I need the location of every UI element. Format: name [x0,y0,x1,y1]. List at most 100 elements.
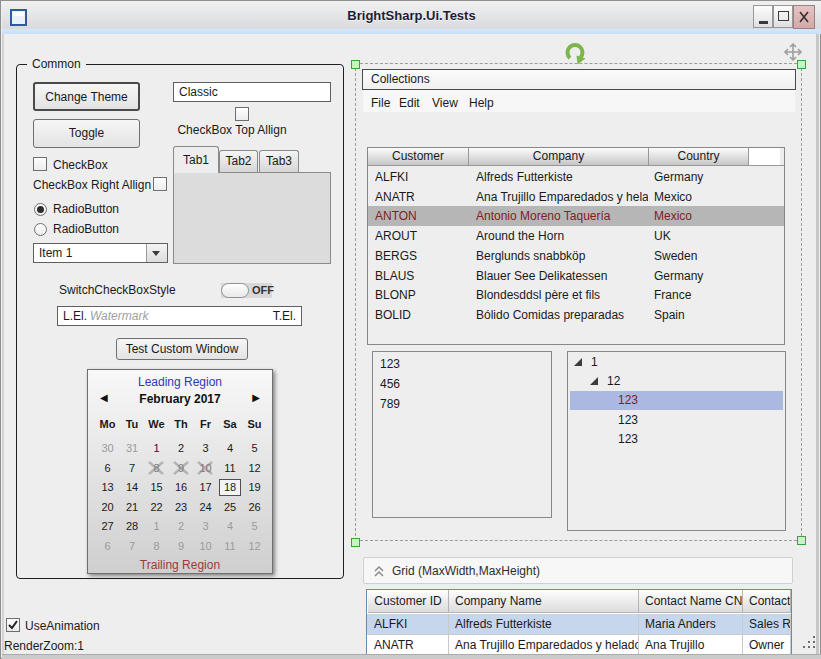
calendar-day[interactable]: 28 [120,517,145,536]
tab-tab1[interactable]: Tab1 [173,146,219,173]
calendar-day[interactable]: 13 [95,478,120,497]
calendar-day[interactable]: 6 [95,459,120,478]
title-bar[interactable]: BrightSharp.Ui.Tests [2,1,821,29]
calendar-day[interactable]: 10 [193,459,218,478]
tree-item[interactable]: 123 [568,430,785,449]
theme-combo[interactable]: Classic [173,82,331,102]
rotate-icon[interactable] [562,39,588,65]
tree-item[interactable]: 123 [568,391,785,410]
tab-tab3[interactable]: Tab3 [259,150,299,172]
resize-handle-bottom-left[interactable] [351,538,360,547]
table-row[interactable]: BLONPBlondesddsl père et filsFrance [368,285,784,305]
column-header[interactable]: Country [649,148,749,166]
switch-checkbox[interactable]: OFF [221,283,272,298]
collapse-icon[interactable] [373,564,387,580]
tree-item[interactable]: 123 [568,411,785,430]
checkbox-top-align[interactable] [235,107,249,121]
list-item[interactable]: 789 [374,394,550,414]
calendar-day[interactable]: 15 [144,478,169,497]
calendar-day[interactable]: 6 [95,537,120,556]
menu-item-help[interactable]: Help [469,96,494,110]
calendar-day[interactable]: 2 [169,439,194,458]
calendar-day[interactable]: 18 [218,478,243,497]
calendar-day[interactable]: 1 [144,439,169,458]
calendar-day[interactable]: 11 [218,459,243,478]
calendar-day[interactable]: 1 [144,517,169,536]
calendar-day[interactable]: 30 [95,439,120,458]
calendar-day[interactable]: 26 [242,498,267,517]
table-row[interactable]: ANATRAna Trujillo Emparedados y heladosA… [367,635,791,656]
switch-thumb[interactable] [221,283,249,298]
column-header[interactable]: Contact Name CN [639,590,743,613]
item-combobox[interactable]: Item 1 [33,243,168,263]
calendar-next-button[interactable]: ▶ [252,392,260,403]
calendar-day[interactable]: 24 [193,498,218,517]
column-header[interactable]: Contact [743,590,791,613]
calendar-day[interactable]: 25 [218,498,243,517]
calendar-day[interactable]: 31 [120,439,145,458]
calendar-day[interactable]: 23 [169,498,194,517]
toggle-button[interactable]: Toggle [33,119,140,148]
table-row[interactable]: ANATRAna Trujillo Emparedados y helaMexi… [368,187,784,207]
tree-item[interactable]: 12 [568,372,785,391]
tree-expander-icon[interactable] [574,358,584,368]
calendar-day[interactable]: 9 [169,537,194,556]
calendar-day[interactable]: 14 [120,478,145,497]
close-button[interactable] [793,5,815,29]
calendar-day[interactable]: 19 [242,478,267,497]
calendar-day[interactable]: 4 [218,517,243,536]
menu-item-file[interactable]: File [371,96,390,110]
tab-tab2[interactable]: Tab2 [219,150,258,172]
calendar-month-label[interactable]: February 2017 [88,392,272,406]
tree-item[interactable]: 1 [568,353,785,372]
table-row[interactable]: ANTONAntonio Moreno TaqueríaMexico [368,206,784,226]
calendar-day[interactable]: 3 [193,517,218,536]
checkbox[interactable] [33,157,47,171]
calendar-day[interactable]: 3 [193,439,218,458]
calendar-day[interactable]: 8 [144,459,169,478]
radio-button-2[interactable] [34,223,47,236]
minimize-button[interactable] [753,5,773,28]
use-animation-checkbox[interactable] [6,618,20,632]
calendar-day[interactable]: 9 [169,459,194,478]
resize-handle-top-right[interactable] [797,60,806,69]
table-row[interactable]: ALFKIAlfreds FutterkisteGermany [368,167,784,187]
grid-expander[interactable]: Grid (MaxWidth,MaxHeight) [363,557,793,584]
calendar-day[interactable]: 21 [120,498,145,517]
column-header[interactable]: Company [469,148,649,166]
calendar-day[interactable]: 22 [144,498,169,517]
calendar-day[interactable]: 27 [95,517,120,536]
table-row[interactable]: AROUTAround the HornUK [368,226,784,246]
calendar-day[interactable]: 17 [193,478,218,497]
tree-expander-icon[interactable] [590,377,600,387]
menu-item-edit[interactable]: Edit [399,96,420,110]
radio-button-1[interactable] [34,203,47,216]
column-header[interactable]: Customer [368,148,469,166]
table-row[interactable]: BERGSBerglunds snabbköpSweden [368,246,784,266]
calendar-day[interactable]: 2 [169,517,194,536]
table-row[interactable]: BOLIDBólido Comidas preparadasSpain [368,305,784,325]
calendar-day[interactable]: 7 [120,537,145,556]
resize-handle-bottom-right[interactable] [797,536,806,545]
calendar-day[interactable]: 8 [144,537,169,556]
calendar-day[interactable]: 12 [242,537,267,556]
calendar-day[interactable]: 11 [218,537,243,556]
watermark-textbox[interactable]: L.El. Watermark T.El. [57,306,302,326]
calendar-day[interactable]: 20 [95,498,120,517]
checkbox-right-align[interactable] [153,177,167,191]
calendar-day[interactable]: 5 [242,517,267,536]
maximize-button[interactable] [773,5,793,28]
move-icon[interactable] [783,42,803,62]
menu-item-view[interactable]: View [432,96,458,110]
column-header[interactable]: Company Name [449,590,639,613]
table-row[interactable]: ALFKIAlfreds FutterkisteMaria AndersSale… [367,614,791,635]
calendar-day[interactable]: 7 [120,459,145,478]
item-combobox-dropdown[interactable] [146,244,167,262]
calendar-day[interactable]: 10 [193,537,218,556]
calendar-day[interactable]: 4 [218,439,243,458]
table-row[interactable]: BLAUSBlauer See DelikatessenGermany [368,266,784,286]
resize-handle-top-left[interactable] [351,60,360,69]
column-header[interactable]: Customer ID [368,590,449,613]
test-custom-window-button[interactable]: Test Custom Window [116,338,248,360]
list-item[interactable]: 123 [374,354,550,374]
